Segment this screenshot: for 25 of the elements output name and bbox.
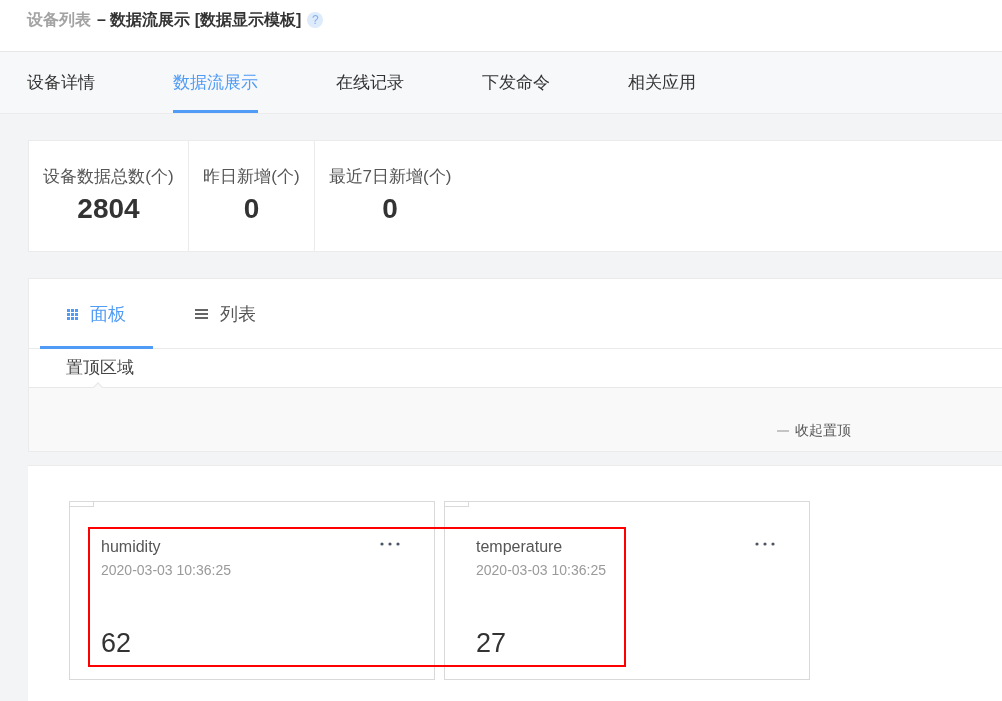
tab[interactable]: 相关应用 (628, 52, 696, 113)
datastream-name: temperature (476, 537, 563, 557)
view-tab[interactable]: 列表 (169, 279, 282, 349)
datastream-name: humidity (101, 537, 161, 557)
stat-value: 0 (243, 192, 260, 226)
pinned-area-label: 置顶区域 (66, 357, 134, 380)
collapse-pinned-button[interactable]: 收起置顶 (777, 420, 851, 441)
stat-value: 0 (382, 192, 398, 226)
datastream-value: 27 (476, 627, 507, 659)
stat-label: 最近7日新增(个) (328, 166, 452, 188)
tab[interactable]: 设备详情 (27, 52, 95, 113)
list-icon (195, 309, 208, 319)
stat-label: 昨日新增(个) (203, 166, 300, 188)
more-icon[interactable] (755, 542, 775, 546)
stat-value: 2804 (77, 192, 140, 226)
datastream-time: 2020-03-03 10:36:25 (476, 561, 606, 579)
datastream-value: 62 (101, 627, 132, 659)
grid-icon (67, 308, 78, 320)
tab[interactable]: 在线记录 (336, 52, 404, 113)
stat-label: 设备数据总数(个) (43, 166, 174, 188)
page-title: – 数据流展示 [数据显示模板] (97, 10, 302, 30)
minus-icon (777, 429, 789, 432)
datastream-time: 2020-03-03 10:36:25 (101, 561, 231, 579)
tab[interactable]: 下发命令 (482, 52, 550, 113)
more-icon[interactable] (380, 542, 400, 546)
